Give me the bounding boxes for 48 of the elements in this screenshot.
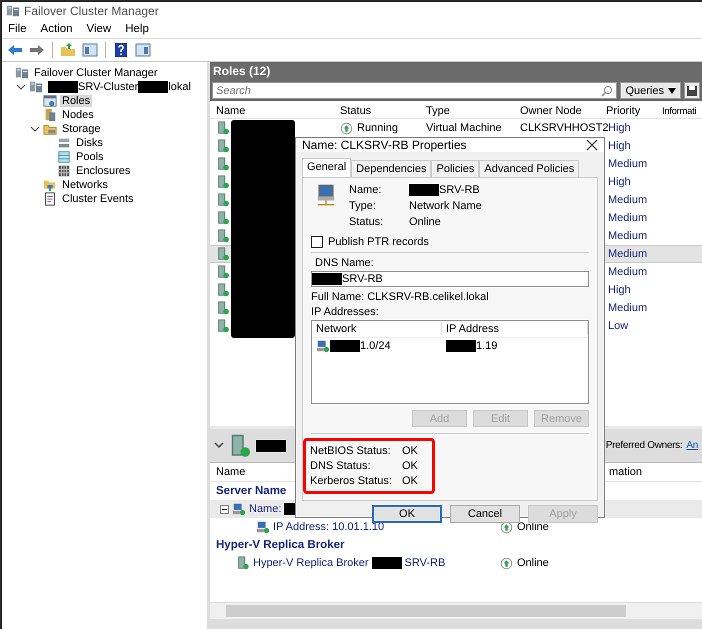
table-cell: Medium	[608, 158, 648, 170]
group-title: Server Name	[216, 485, 286, 497]
table-cell: Low	[608, 320, 628, 332]
group-title: Hyper-V Replica Broker	[216, 539, 344, 551]
checkbox-label: Publish PTR records	[328, 236, 429, 248]
table-cell: High	[608, 284, 631, 296]
table-cell: Medium	[608, 248, 648, 260]
table-cell: 1.19	[476, 340, 498, 352]
field-label: IP Addresses:	[311, 306, 380, 318]
resource-name: Name:	[249, 503, 282, 515]
status-text: Running	[357, 122, 398, 134]
resource-name: Hyper-V Replica Broker	[253, 557, 369, 569]
tree-item-label: lokal	[168, 81, 191, 93]
field-value: SRV-RB	[342, 273, 383, 285]
status-text: Online	[517, 557, 549, 569]
table-cell: High	[608, 140, 631, 152]
preferred-owners-label: Preferred Owners:	[606, 440, 682, 451]
table-cell: 1.0/24	[360, 340, 391, 352]
dialog-title: Name: CLKSRV-RB Properties	[302, 138, 467, 152]
status-label: Kerberos Status:	[310, 475, 393, 487]
status-value: OK	[402, 460, 418, 472]
tree-item-label: SRV-Cluster	[78, 81, 138, 93]
table-cell: Medium	[608, 302, 648, 314]
status-value: OK	[402, 445, 418, 457]
status-label: NetBIOS Status:	[310, 445, 392, 457]
table-cell: Medium	[608, 212, 648, 224]
window-title: Failover Cluster Manager	[24, 4, 159, 18]
resource-name: SRV-RB	[404, 557, 446, 569]
property-value: SRV-RB	[439, 184, 480, 196]
property-label: Name:	[349, 184, 382, 196]
table-cell: Medium	[608, 266, 648, 278]
property-value: Online	[409, 216, 441, 228]
panel-title: Roles (12)	[213, 64, 270, 78]
full-name-text: Full Name: CLKSRV-RB.celikel.lokal	[311, 291, 490, 303]
property-label: Type:	[349, 200, 377, 212]
table-cell: Virtual Machine	[426, 122, 502, 134]
status-label: DNS Status:	[310, 460, 372, 472]
status-text: Online	[517, 521, 549, 533]
table-cell: High	[608, 176, 631, 188]
property-value: Network Name	[409, 200, 482, 212]
field-label: DNS Name:	[314, 257, 375, 269]
status-value: OK	[402, 475, 418, 487]
table-cell: High	[608, 122, 631, 134]
table-cell: CLKSRVHHOST2	[520, 122, 608, 134]
property-label: Status:	[349, 216, 384, 228]
table-cell: Medium	[608, 194, 648, 206]
table-cell: Medium	[608, 230, 648, 242]
resource-name: IP Address: 10.01.1.10	[273, 521, 384, 533]
